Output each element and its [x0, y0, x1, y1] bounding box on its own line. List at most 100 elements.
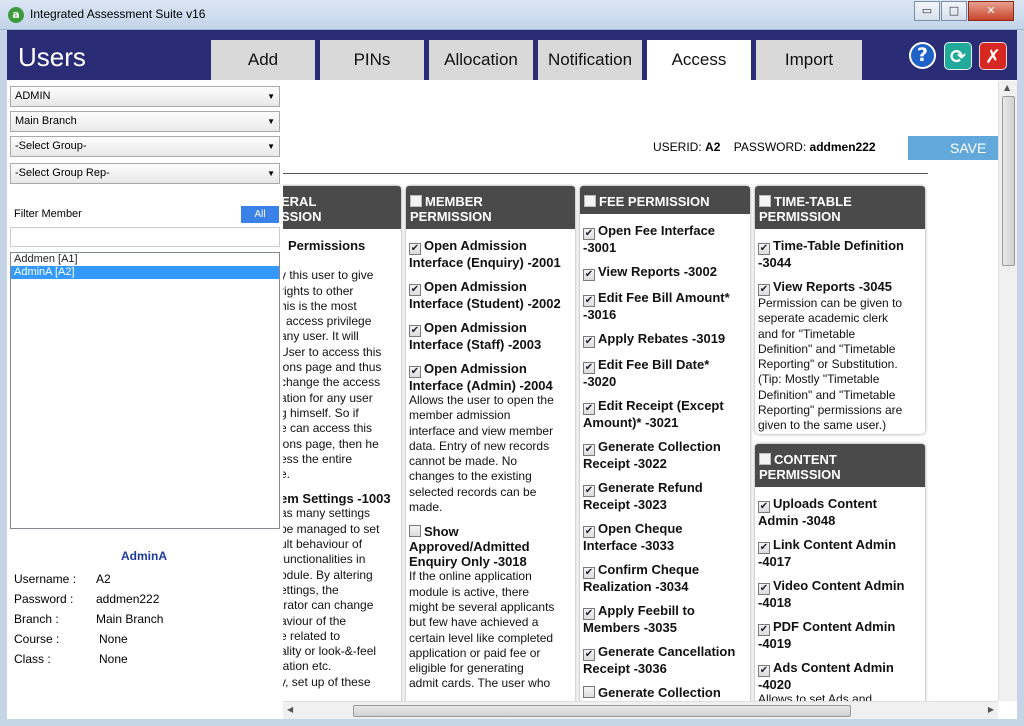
permission-item[interactable]: ✔ Time-Table Definition -3044 [758, 238, 922, 270]
filter-member-input[interactable] [10, 227, 280, 247]
permission-label: Generate Collection [598, 685, 721, 700]
window-close-icon[interactable]: ✕ [968, 1, 1014, 21]
checked-checkbox[interactable]: ✔ [583, 567, 595, 579]
member-list[interactable]: Addmen [A1] AdminA [A2] [10, 252, 280, 529]
horizontal-scroll-thumb[interactable] [353, 705, 851, 717]
member-item-admina[interactable]: AdminA [A2] [11, 266, 279, 279]
permission-item[interactable]: ✔ Apply Rebates -3019 [583, 331, 747, 348]
checked-checkbox[interactable]: ✔ [758, 542, 770, 554]
exit-icon[interactable]: ✗ [979, 42, 1007, 70]
checked-checkbox[interactable]: ✔ [583, 649, 595, 661]
save-button[interactable]: SAVE [908, 136, 1000, 160]
tab-add[interactable]: Add [211, 40, 315, 80]
tab-allocation[interactable]: Allocation [429, 40, 533, 80]
role-dropdown[interactable]: ADMIN ▼ [10, 86, 280, 107]
minimize-icon[interactable]: ▭ [914, 1, 940, 21]
checked-checkbox[interactable]: ✔ [583, 485, 595, 497]
checked-checkbox[interactable]: ✔ [409, 325, 421, 337]
permission-item[interactable]: ✔ PDF Content Admin -4019 [758, 619, 922, 651]
description-line: seperate academic clerk [758, 311, 889, 326]
select-all-checkbox[interactable] [759, 453, 771, 465]
checked-checkbox[interactable]: ✔ [409, 243, 421, 255]
scroll-right-icon[interactable]: ▶ [988, 705, 994, 714]
group-dropdown-value: -Select Group- [15, 140, 87, 152]
permission-item[interactable]: ✔ Open Admission Interface (Student) -2002 [409, 279, 572, 311]
permission-column-title: CONTENT [774, 452, 837, 467]
select-all-checkbox[interactable] [410, 195, 422, 207]
unchecked-checkbox[interactable] [409, 525, 421, 538]
checked-checkbox[interactable]: ✔ [583, 362, 595, 374]
unchecked-checkbox[interactable] [583, 686, 595, 698]
checked-checkbox[interactable]: ✔ [409, 366, 421, 378]
checked-checkbox[interactable]: ✔ [758, 501, 770, 513]
checked-checkbox[interactable]: ✔ [583, 444, 595, 456]
checked-checkbox[interactable]: ✔ [583, 403, 595, 415]
scroll-left-icon[interactable]: ◀ [287, 705, 293, 714]
permission-item[interactable]: ✔ Confirm Cheque Realization -3034 [583, 562, 747, 594]
permission-column-title: TIME-TABLE [774, 194, 852, 209]
checked-checkbox[interactable]: ✔ [758, 243, 770, 255]
permission-item[interactable]: ✔ Open Admission Interface (Enquiry) -2001 [409, 238, 572, 270]
checked-checkbox[interactable]: ✔ [583, 526, 595, 538]
window-title: Integrated Assessment Suite v16 [30, 7, 206, 21]
tab-pins[interactable]: PINs [320, 40, 424, 80]
permission-item[interactable]: Generate CollectionReceipt A -3041 [583, 685, 747, 702]
refresh-icon[interactable]: ⟳ [944, 42, 972, 70]
app-logo-icon: a [8, 7, 24, 23]
permission-item[interactable]: Show Approved/Admitted Enquiry Only -3018 [409, 524, 572, 569]
permission-item[interactable]: ✔ Edit Receipt (Except Amount)* -3021 [583, 398, 747, 430]
maximize-icon[interactable]: □ [941, 1, 967, 21]
checked-checkbox[interactable]: ✔ [409, 284, 421, 296]
permission-item[interactable]: ✔ Apply Feebill to Members -3035 [583, 603, 747, 635]
description-line: Reporting" or Substitution. [758, 357, 898, 372]
permission-label: -4020 [758, 677, 792, 692]
member-item-addmen[interactable]: Addmen [A1] [11, 253, 279, 266]
permission-label: em Settings -1003 [283, 491, 391, 507]
checked-checkbox[interactable]: ✔ [758, 284, 770, 296]
horizontal-scrollbar[interactable]: ◀ ▶ [283, 701, 998, 719]
branch-dropdown[interactable]: Main Branch ▼ [10, 111, 280, 132]
select-all-checkbox[interactable] [584, 195, 596, 207]
permission-item[interactable]: ✔ Generate Collection Receipt -3022 [583, 439, 747, 471]
group-dropdown[interactable]: -Select Group- ▼ [10, 136, 280, 157]
checked-checkbox[interactable]: ✔ [758, 583, 770, 595]
permission-item[interactable]: ✔ Uploads Content Admin -3048 [758, 496, 922, 528]
description-line: admit cards. The user who [409, 676, 551, 691]
vertical-scroll-thumb[interactable] [1002, 96, 1015, 266]
permission-label: -4017 [758, 554, 792, 569]
permission-item[interactable]: ✔ View Reports -3045 [758, 279, 922, 296]
permission-item[interactable]: ✔ Edit Fee Bill Date* -3020 [583, 357, 747, 389]
permission-item[interactable]: ✔ Open Admission Interface (Staff) -2003 [409, 320, 572, 352]
help-icon[interactable]: ? [909, 42, 936, 69]
permission-item[interactable]: ✔ Open Fee Interface -3001 [583, 223, 747, 255]
permission-item[interactable]: ✔ Generate Cancellation Receipt -3036 [583, 644, 747, 676]
group-rep-dropdown[interactable]: -Select Group Rep- ▼ [10, 163, 280, 184]
tab-notification[interactable]: Notification [538, 40, 642, 80]
description-line: If the online application [409, 569, 532, 584]
permission-item[interactable]: ✔ Open Cheque Interface -3033 [583, 521, 747, 553]
checked-checkbox[interactable]: ✔ [583, 608, 595, 620]
tab-access[interactable]: Access [647, 40, 751, 80]
checked-checkbox[interactable]: ✔ [583, 269, 595, 281]
permission-item[interactable]: ✔ View Reports -3002 [583, 264, 747, 281]
checked-checkbox[interactable]: ✔ [583, 336, 595, 348]
checked-checkbox[interactable]: ✔ [583, 295, 595, 307]
checked-checkbox[interactable]: ✔ [583, 228, 595, 240]
all-button[interactable]: All [241, 206, 279, 223]
permission-item[interactable]: ✔ Edit Fee Bill Amount* -3016 [583, 290, 747, 322]
chevron-down-icon: ▼ [267, 169, 275, 178]
permission-label: Admin -3048 [758, 513, 836, 528]
checked-checkbox[interactable]: ✔ [758, 624, 770, 636]
permission-item[interactable]: ✔ Ads Content Admin -4020 [758, 660, 922, 692]
scroll-up-icon[interactable]: ▲ [1004, 83, 1010, 92]
checked-checkbox[interactable]: ✔ [758, 665, 770, 677]
select-all-checkbox[interactable] [759, 195, 771, 207]
vertical-scrollbar[interactable]: ▲ [998, 81, 1017, 701]
permission-description: If the online application module is activ… [409, 569, 572, 691]
permission-item[interactable]: ✔ Link Content Admin -4017 [758, 537, 922, 569]
permission-item[interactable]: ✔ Video Content Admin -4018 [758, 578, 922, 610]
permission-item[interactable]: ✔ Generate Refund Receipt -3023 [583, 480, 747, 512]
permission-item[interactable]: ✔ Open Admission Interface (Admin) -2004 [409, 361, 572, 393]
tab-import[interactable]: Import [756, 40, 862, 80]
description-line: Definition" and "Timetable [758, 387, 896, 402]
